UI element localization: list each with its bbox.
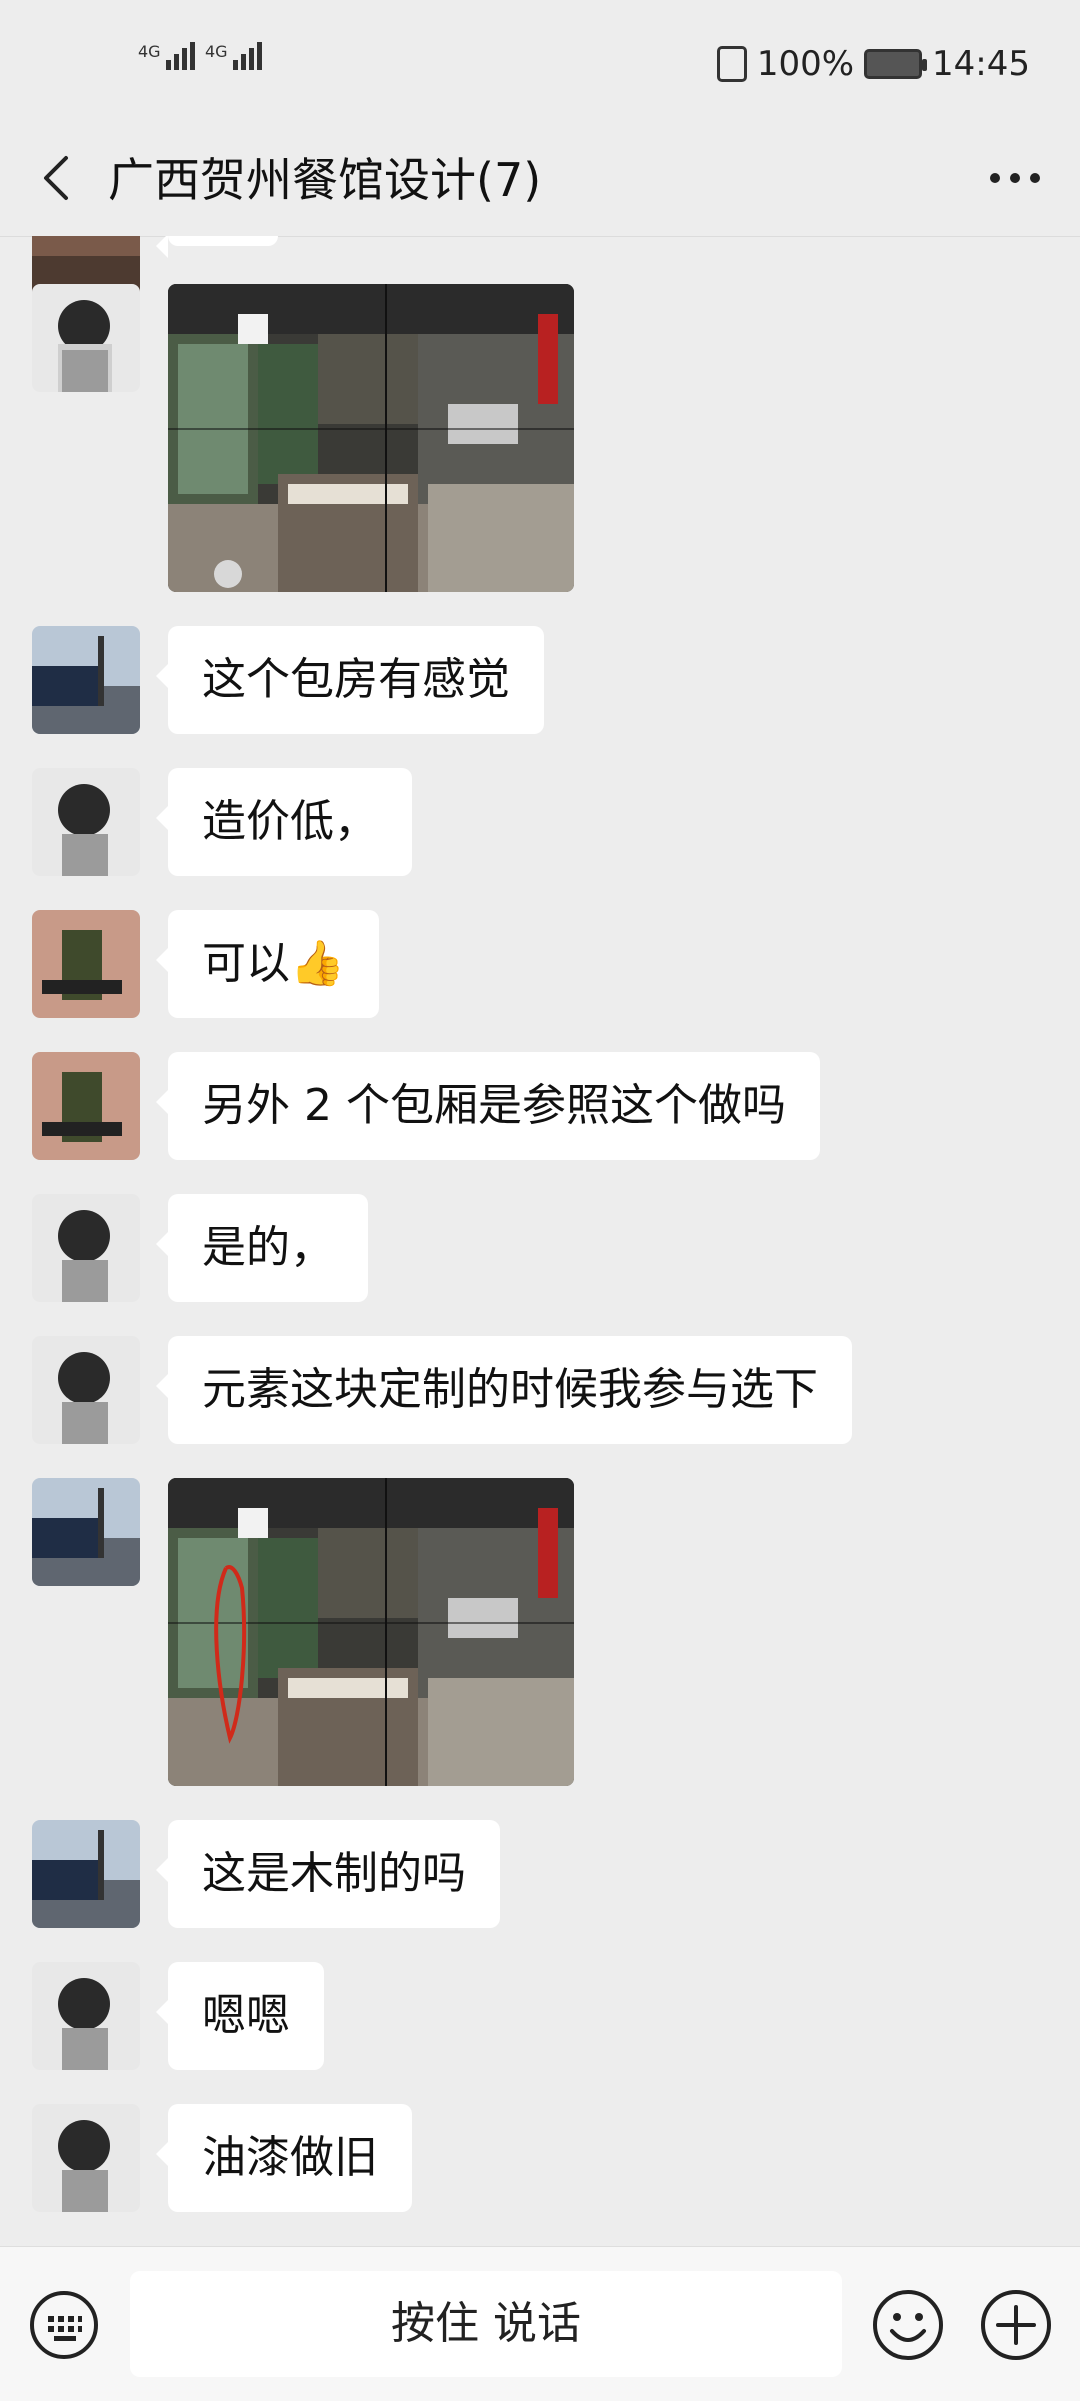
message-text: 是的，: [202, 1222, 334, 1273]
avatar[interactable]: [32, 626, 140, 734]
chevron-left-icon[interactable]: [32, 150, 88, 206]
avatar[interactable]: [32, 1962, 140, 2070]
hold-to-talk-button[interactable]: 按住 说话: [130, 2271, 842, 2377]
message: 这是木制的吗: [32, 1820, 500, 1928]
message: 油漆做旧: [32, 2104, 412, 2212]
status-right: 100% 14:45: [716, 44, 1030, 84]
page-title: 广西贺州餐馆设计(7): [108, 153, 542, 207]
status-bar: 4G 4G 100% 14:45: [0, 0, 1080, 120]
input-bar: 按住 说话: [0, 2246, 1080, 2401]
message-bubble[interactable]: 这是木制的吗: [156, 1820, 500, 1928]
signal-icon-1: 4G: [138, 42, 198, 70]
message-bubble[interactable]: [156, 236, 278, 258]
message: 嗯嗯: [32, 1962, 324, 2070]
smiley-icon[interactable]: [870, 2287, 946, 2363]
message-text: 元素这块定制的时候我参与选下: [202, 1364, 818, 1415]
message-text: 嗯嗯: [202, 1990, 290, 2041]
keyboard-icon[interactable]: [28, 2289, 100, 2361]
message-text: 可以: [202, 938, 290, 989]
avatar[interactable]: [32, 910, 140, 1018]
avatar[interactable]: [32, 768, 140, 876]
message-text: 这个包房有感觉: [202, 654, 510, 705]
avatar[interactable]: [32, 1194, 140, 1302]
avatar[interactable]: [32, 1052, 140, 1160]
message-text: 另外 2 个包厢是参照这个做吗: [202, 1080, 786, 1131]
message-bubble[interactable]: 是的，: [156, 1194, 368, 1302]
network-label-1: 4G: [138, 42, 161, 61]
chat-area[interactable]: 这个包房有感觉 造价低， 可以👍 另外 2 个包厢是参照这个做吗 是的， 元素这…: [0, 236, 1080, 2246]
avatar[interactable]: [32, 1478, 140, 1586]
title-bar: 广西贺州餐馆设计(7): [0, 120, 1080, 237]
avatar[interactable]: [32, 2104, 140, 2212]
plus-icon[interactable]: [978, 2287, 1054, 2363]
restaurant-render-image[interactable]: [168, 284, 574, 592]
message: 另外 2 个包厢是参照这个做吗: [32, 1052, 820, 1160]
message: 造价低，: [32, 768, 412, 876]
avatar[interactable]: [32, 1336, 140, 1444]
battery-icon: [864, 49, 928, 79]
message: 是的，: [32, 1194, 368, 1302]
message-bubble[interactable]: 另外 2 个包厢是参照这个做吗: [156, 1052, 820, 1160]
message-bubble[interactable]: 元素这块定制的时候我参与选下: [156, 1336, 852, 1444]
annotated-restaurant-image[interactable]: [168, 1478, 574, 1786]
clock: 14:45: [932, 44, 1030, 84]
message-text: 造价低，: [202, 796, 378, 847]
signal-icon-2: 4G: [205, 42, 265, 70]
message-bubble[interactable]: 造价低，: [156, 768, 412, 876]
message: 可以👍: [32, 910, 379, 1018]
more-dots-icon[interactable]: [980, 150, 1050, 206]
message-text: 这是木制的吗: [202, 1848, 466, 1899]
message-bubble[interactable]: 油漆做旧: [156, 2104, 412, 2212]
avatar[interactable]: [32, 284, 140, 392]
message-bubble[interactable]: 可以👍: [156, 910, 379, 1018]
message: 元素这块定制的时候我参与选下: [32, 1336, 852, 1444]
thumbs-up-icon: 👍: [290, 938, 345, 989]
message-text: 油漆做旧: [202, 2132, 378, 2183]
network-label-2: 4G: [205, 42, 228, 61]
message-bubble[interactable]: 这个包房有感觉: [156, 626, 544, 734]
battery-percent: 100%: [756, 44, 855, 84]
message-image: [32, 1478, 574, 1786]
message-image: [32, 284, 574, 592]
avatar[interactable]: [32, 1820, 140, 1928]
vibrate-icon: [716, 46, 747, 82]
message-bubble[interactable]: 嗯嗯: [156, 1962, 324, 2070]
message: 这个包房有感觉: [32, 626, 544, 734]
